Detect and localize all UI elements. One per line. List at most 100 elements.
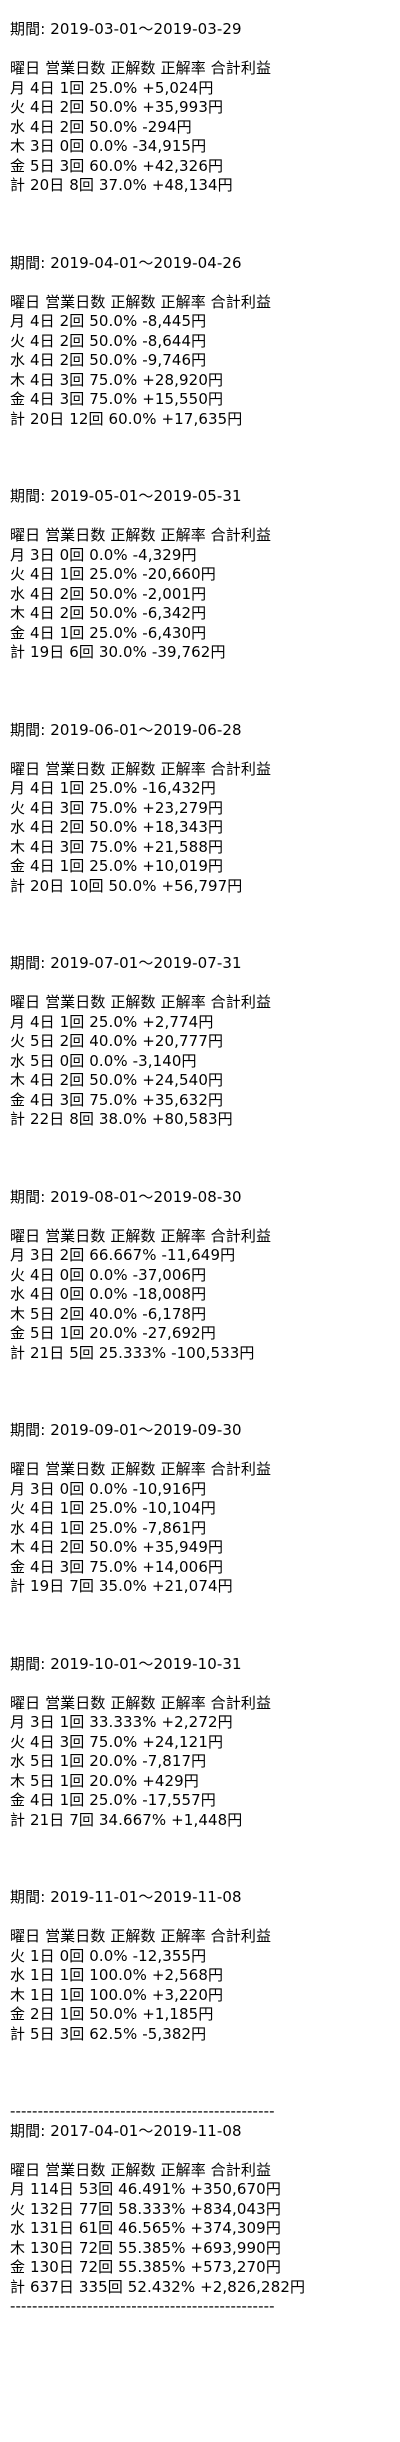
weekday-row: 金 2日 1回 50.0% +1,185円 (10, 2005, 214, 2023)
weekday-row: 火 132日 77回 58.333% +834,043円 (10, 2199, 281, 2218)
weekday-row: 火 4日 0回 0.0% -37,006円 (10, 1265, 207, 1284)
weekday-row: 月 4日 1回 25.0% +2,774円 (10, 1012, 214, 1031)
weekday-row: 水 4日 2回 50.0% -2,001円 (10, 584, 207, 603)
weekday-row: 火 5日 2回 40.0% +20,777円 (10, 1032, 224, 1050)
separator-line: ----------------------------------------… (10, 2297, 275, 2315)
total-row: 計 20日 8回 37.0% +48,134円 (10, 176, 233, 194)
weekday-row: 水 4日 2回 50.0% -9,746円 (10, 351, 207, 369)
weekday-row: 水 1日 1回 100.0% +2,568円 (10, 1966, 224, 1984)
weekday-row: 木 4日 3回 75.0% +28,920円 (10, 370, 224, 389)
weekday-row: 木 130日 72回 55.385% +693,990円 (10, 2238, 281, 2257)
column-header: 曜日 営業日数 正解数 正解率 合計利益 (10, 526, 272, 544)
period-block: 期間: 2019-07-01～2019-07-31 曜日 営業日数 正解数 正解率… (10, 954, 400, 1130)
weekday-row: 火 4日 2回 50.0% +35,993円 (10, 98, 224, 116)
period-title: 期間: 2017-04-01～2019-11-08 (10, 2121, 242, 2140)
period-title: 期間: 2019-11-01～2019-11-08 (10, 1888, 242, 1906)
weekday-row: 月 3日 0回 0.0% -4,329円 (10, 545, 197, 564)
column-header: 曜日 営業日数 正解数 正解率 合計利益 (10, 759, 272, 778)
total-row: 計 19日 7回 35.0% +21,074円 (10, 1577, 233, 1595)
weekday-row: 月 3日 2回 66.667% -11,649円 (10, 1246, 236, 1264)
period-block: 期間: 2019-06-01～2019-06-28 曜日 営業日数 正解数 正解率… (10, 721, 400, 897)
weekday-row: 水 4日 1回 25.0% -7,861円 (10, 1518, 207, 1537)
separator-line: ----------------------------------------… (10, 2102, 275, 2120)
weekday-row: 木 1日 1回 100.0% +3,220円 (10, 1985, 224, 2004)
weekday-row: 火 4日 1回 25.0% -20,660円 (10, 565, 216, 583)
weekday-row: 月 4日 2回 50.0% -8,445円 (10, 312, 207, 330)
weekday-row: 水 5日 0回 0.0% -3,140円 (10, 1051, 197, 1070)
total-row: 計 20日 12回 60.0% +17,635円 (10, 409, 243, 428)
column-header: 曜日 営業日数 正解数 正解率 合計利益 (10, 1226, 272, 1245)
total-row: 計 637日 335回 52.432% +2,826,282円 (10, 2277, 306, 2296)
column-header: 曜日 営業日数 正解数 正解率 合計利益 (10, 1693, 272, 1712)
period-block: 期間: 2019-09-01～2019-09-30 曜日 営業日数 正解数 正解率… (10, 1421, 400, 1597)
period-title: 期間: 2019-03-01～2019-03-29 (10, 20, 242, 38)
period-block: 期間: 2019-11-01～2019-11-08 曜日 営業日数 正解数 正解率… (10, 1888, 400, 2044)
weekday-row: 金 4日 3回 75.0% +35,632円 (10, 1090, 224, 1109)
period-title: 期間: 2019-06-01～2019-06-28 (10, 720, 242, 739)
period-title: 期間: 2019-09-01～2019-09-30 (10, 1421, 242, 1439)
weekday-row: 火 4日 2回 50.0% -8,644円 (10, 331, 207, 350)
total-row: 計 5日 3回 62.5% -5,382円 (10, 2024, 207, 2043)
weekday-row: 水 4日 2回 50.0% +18,343円 (10, 818, 224, 836)
period-title: 期間: 2019-04-01～2019-04-26 (10, 253, 242, 272)
weekday-row: 水 4日 2回 50.0% -294円 (10, 117, 192, 136)
weekday-row: 水 4日 0回 0.0% -18,008円 (10, 1285, 207, 1303)
weekday-row: 月 114日 53回 46.491% +350,670円 (10, 2180, 281, 2198)
period-block: 期間: 2019-10-01～2019-10-31 曜日 営業日数 正解数 正解率… (10, 1655, 400, 1831)
total-row: 計 21日 5回 25.333% -100,533円 (10, 1343, 255, 1362)
period-title: 期間: 2019-10-01～2019-10-31 (10, 1654, 242, 1673)
weekday-row: 金 4日 1回 25.0% -6,430円 (10, 623, 207, 642)
weekday-row: 月 4日 1回 25.0% +5,024円 (10, 78, 214, 97)
weekday-row: 木 4日 2回 50.0% -6,342円 (10, 604, 207, 622)
column-header: 曜日 営業日数 正解数 正解率 合計利益 (10, 1927, 272, 1945)
report-content: 期間: 2019-03-01～2019-03-29 曜日 営業日数 正解数 正解率… (0, 0, 400, 2317)
weekday-row: 金 5日 1回 20.0% -27,692円 (10, 1324, 216, 1342)
weekday-row: 火 4日 1回 25.0% -10,104円 (10, 1499, 216, 1517)
weekday-row: 金 4日 3回 75.0% +14,006円 (10, 1557, 224, 1576)
total-row: 計 19日 6回 30.0% -39,762円 (10, 643, 226, 661)
period-title: 期間: 2019-08-01～2019-08-30 (10, 1187, 242, 1206)
period-block: 期間: 2019-03-01～2019-03-29 曜日 営業日数 正解数 正解率… (10, 20, 400, 196)
weekday-row: 木 5日 2回 40.0% -6,178円 (10, 1304, 207, 1323)
column-header: 曜日 営業日数 正解数 正解率 合計利益 (10, 1460, 272, 1478)
weekday-row: 木 4日 2回 50.0% +24,540円 (10, 1071, 224, 1089)
period-block: 期間: 2019-05-01～2019-05-31 曜日 営業日数 正解数 正解率… (10, 487, 400, 663)
period-block: 期間: 2019-04-01～2019-04-26 曜日 営業日数 正解数 正解率… (10, 254, 400, 430)
total-row: 計 21日 7回 34.667% +1,448円 (10, 1810, 243, 1829)
weekday-row: 水 5日 1回 20.0% -7,817円 (10, 1752, 207, 1770)
period-title: 期間: 2019-05-01～2019-05-31 (10, 487, 242, 505)
weekday-row: 水 131日 61回 46.565% +374,309円 (10, 2219, 281, 2237)
summary-block: 期間: 2017-04-01～2019-11-08 曜日 営業日数 正解数 正解率… (10, 2122, 400, 2298)
weekday-row: 月 3日 0回 0.0% -10,916円 (10, 1479, 207, 1498)
column-header: 曜日 営業日数 正解数 正解率 合計利益 (10, 2160, 272, 2179)
weekday-row: 木 5日 1回 20.0% +429円 (10, 1771, 199, 1790)
weekday-row: 月 3日 1回 33.333% +2,272円 (10, 1713, 233, 1731)
weekday-row: 火 4日 3回 75.0% +23,279円 (10, 798, 224, 817)
weekday-row: 金 4日 3回 75.0% +15,550円 (10, 390, 224, 408)
weekday-row: 月 4日 1回 25.0% -16,432円 (10, 779, 216, 797)
weekday-row: 木 3日 0回 0.0% -34,915円 (10, 137, 207, 155)
weekday-row: 金 4日 1回 25.0% -17,557円 (10, 1791, 216, 1809)
weekday-row: 木 4日 3回 75.0% +21,588円 (10, 837, 224, 856)
weekday-row: 金 4日 1回 25.0% +10,019円 (10, 857, 224, 875)
period-title: 期間: 2019-07-01～2019-07-31 (10, 954, 242, 972)
weekday-row: 木 4日 2回 50.0% +35,949円 (10, 1538, 224, 1556)
column-header: 曜日 営業日数 正解数 正解率 合計利益 (10, 993, 272, 1011)
weekday-row: 火 4日 3回 75.0% +24,121円 (10, 1732, 224, 1751)
